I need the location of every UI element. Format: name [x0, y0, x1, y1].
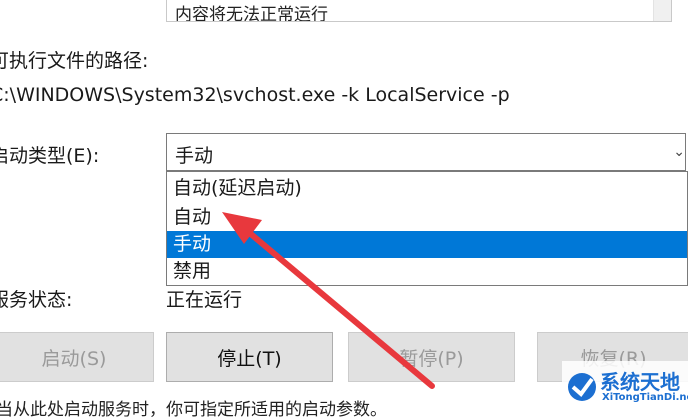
annotation-arrow-shaft	[243, 227, 435, 389]
watermark-site: XiTongTianDi.net	[602, 392, 688, 403]
watermark-name: 系统天地	[600, 370, 680, 394]
annotation-arrow	[222, 212, 435, 389]
